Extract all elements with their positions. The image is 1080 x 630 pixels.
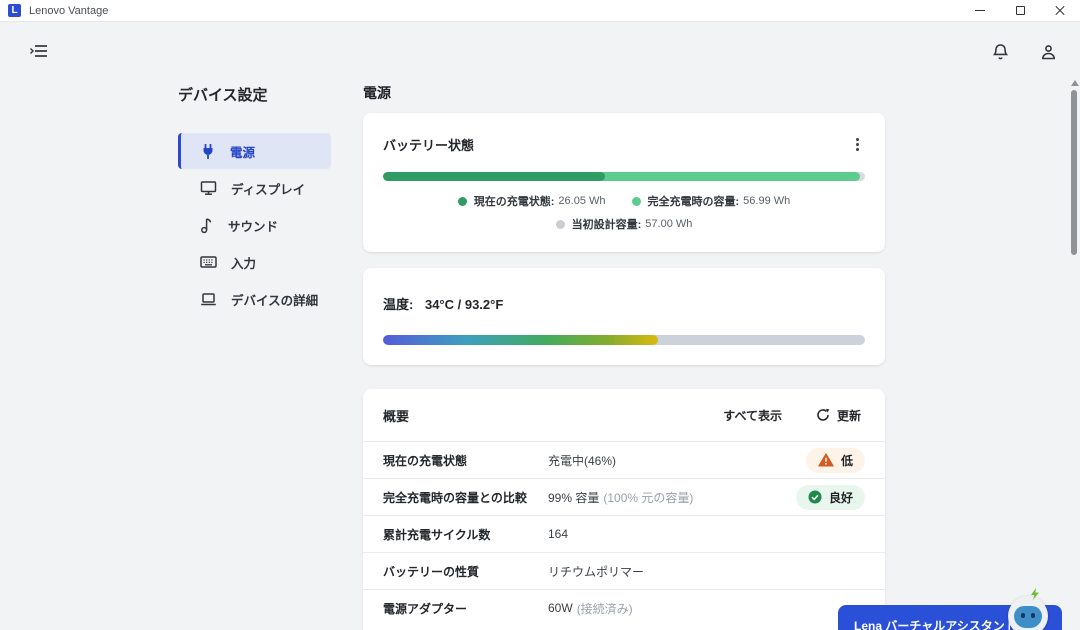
- temperature-bar: [383, 335, 865, 345]
- check-circle-icon: [808, 490, 822, 504]
- minimize-button[interactable]: [960, 0, 1000, 21]
- sidebar: デバイス設定 電源 ディスプレイ サウンド: [178, 84, 331, 318]
- laptop-icon: [200, 292, 217, 307]
- robot-avatar: [1008, 596, 1048, 630]
- sound-icon: [200, 217, 214, 234]
- table-row-cycle-count: 累計充電サイクル数 164: [363, 515, 885, 552]
- overview-card-title: 概要: [383, 406, 409, 425]
- sidebar-item-display[interactable]: ディスプレイ: [178, 170, 331, 206]
- bell-icon: [992, 43, 1009, 61]
- battery-bar: [383, 172, 865, 181]
- refresh-button[interactable]: 更新: [816, 407, 861, 424]
- robot-head-icon: [1008, 596, 1048, 630]
- refresh-icon: [816, 408, 830, 422]
- table-row-current-charge: 現在の充電状態 充電中(46%) 低: [363, 441, 885, 478]
- window-title: Lenovo Vantage: [29, 5, 108, 17]
- sidebar-heading: デバイス設定: [178, 84, 331, 105]
- sidebar-item-device-details[interactable]: デバイスの詳細: [178, 281, 331, 317]
- show-all-button[interactable]: すべて表示: [723, 407, 782, 424]
- table-row-battery-type: バッテリーの性質 リチウムポリマー: [363, 552, 885, 589]
- sidebar-item-label: ディスプレイ: [231, 179, 305, 198]
- battery-card-title: バッテリー状態: [383, 135, 474, 154]
- display-icon: [200, 180, 217, 196]
- maximize-icon: [1016, 6, 1025, 15]
- temperature-bar-fill: [383, 335, 658, 345]
- minimize-icon: [975, 10, 985, 11]
- lenovo-logo: L: [8, 4, 21, 17]
- kebab-menu-icon[interactable]: [854, 136, 861, 153]
- scrollbar[interactable]: [1070, 80, 1078, 630]
- legend-design-capacity: 当初設計容量: 57.00 Wh: [556, 216, 693, 232]
- page-title: 電源: [363, 83, 391, 103]
- sidebar-item-label: 電源: [230, 142, 255, 161]
- sidebar-item-label: 入力: [231, 253, 256, 272]
- title-bar: L Lenovo Vantage: [0, 0, 1080, 22]
- menu-toggle-button[interactable]: [30, 43, 47, 64]
- keyboard-icon: [200, 255, 217, 269]
- temperature-value: 34°C / 93.2°F: [425, 297, 503, 312]
- maximize-button[interactable]: [1000, 0, 1040, 21]
- legend-current-charge: 現在の充電状態: 26.05 Wh: [458, 193, 606, 209]
- close-icon: [1055, 6, 1065, 16]
- status-badge-good: 良好: [796, 485, 865, 510]
- sidebar-item-label: サウンド: [228, 216, 278, 235]
- virtual-assistant-label: Lena バーチャルアシスタント: [854, 617, 1017, 630]
- battery-bar-current-charge: [383, 172, 605, 181]
- legend-full-capacity: 完全充電時の容量: 56.99 Wh: [632, 193, 791, 209]
- legend-dot-design: [556, 220, 565, 229]
- table-row-capacity-comparison: 完全充電時の容量との比較 99% 容量 (100% 元の容量) 良好: [363, 478, 885, 515]
- virtual-assistant-button[interactable]: Lena バーチャルアシスタント: [838, 605, 1062, 630]
- lightning-icon: [1030, 588, 1040, 600]
- scrollbar-thumb[interactable]: [1071, 90, 1077, 255]
- close-button[interactable]: [1040, 0, 1080, 21]
- legend-dot-current: [458, 197, 467, 206]
- sidebar-item-input[interactable]: 入力: [178, 244, 331, 280]
- legend-dot-full: [632, 197, 641, 206]
- table-row-power-adapter: 電源アダプター 60W (接続済み): [363, 589, 885, 626]
- menu-expand-icon: [30, 43, 47, 59]
- battery-status-card: バッテリー状態 現在の充電状態: 26.05 Wh 完全充電時の容量: 56.9…: [363, 113, 885, 252]
- status-badge-low: 低: [806, 448, 865, 473]
- overview-card: 概要 すべて表示 更新 現在の充電状態 充電中(46%) 低: [363, 389, 885, 630]
- temperature-label: 温度:: [383, 297, 413, 312]
- warning-icon: [818, 453, 834, 467]
- scrollbar-up-arrow[interactable]: [1071, 80, 1079, 86]
- sidebar-item-sound[interactable]: サウンド: [178, 207, 331, 243]
- plug-icon: [200, 143, 216, 160]
- user-icon: [1040, 43, 1057, 61]
- temperature-card: 温度: 34°C / 93.2°F: [363, 268, 885, 365]
- notifications-button[interactable]: [992, 43, 1009, 66]
- account-button[interactable]: [1040, 43, 1057, 66]
- sidebar-item-label: デバイスの詳細: [231, 290, 318, 309]
- sidebar-item-power[interactable]: 電源: [178, 133, 331, 169]
